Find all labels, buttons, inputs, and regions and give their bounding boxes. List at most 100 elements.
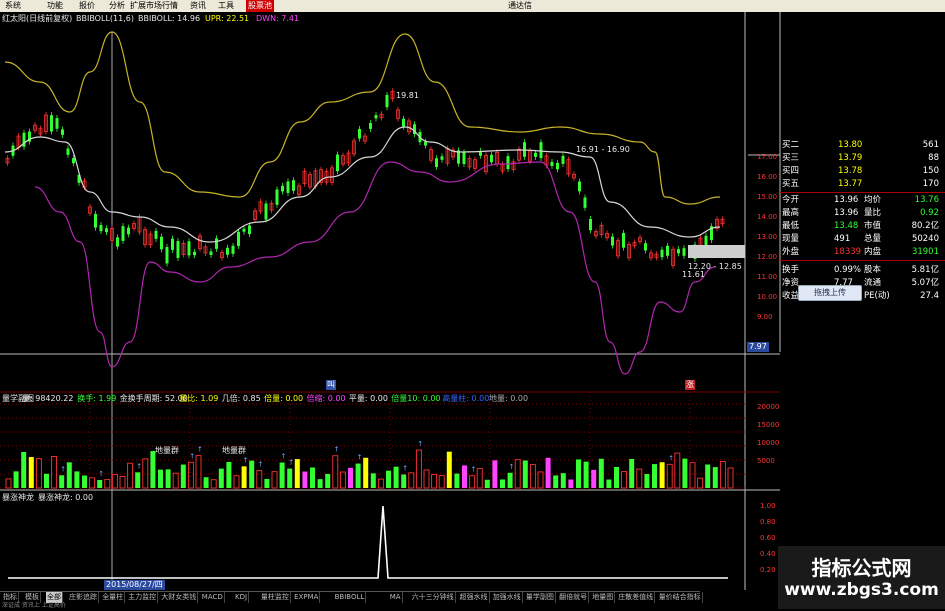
candle-body-down bbox=[490, 154, 493, 163]
last-price-marker: 7.97 bbox=[747, 342, 769, 352]
volume-bar bbox=[187, 461, 194, 489]
menu-item-news[interactable]: 资讯 bbox=[190, 0, 206, 12]
volume-bar bbox=[454, 473, 460, 488]
upload-button[interactable]: 拖拽上传 bbox=[798, 285, 862, 301]
bid-volume: 170 bbox=[922, 179, 939, 189]
volume-bar bbox=[119, 475, 126, 489]
candle-body-down bbox=[264, 203, 268, 220]
bid-price: 13.79 bbox=[838, 153, 863, 163]
signal-marker-a: 叫 bbox=[326, 380, 336, 390]
volume-bar bbox=[568, 479, 574, 488]
indicator-tab[interactable]: EXPMA bbox=[293, 592, 321, 603]
volume-signal-arrow: ↑ bbox=[288, 459, 294, 467]
indicator-tab[interactable]: 量学副图 bbox=[525, 592, 556, 603]
indicator-tab[interactable]: 加强水线 bbox=[492, 592, 523, 603]
menu-item-extended-market[interactable]: 扩展市场行情 bbox=[130, 0, 178, 12]
volume-bar bbox=[218, 468, 224, 488]
volume-bar bbox=[172, 472, 179, 489]
volume-bar bbox=[279, 462, 285, 488]
candle-body-down bbox=[539, 142, 543, 159]
bid-volume: 561 bbox=[922, 140, 939, 150]
menu-item-quote[interactable]: 报价 bbox=[79, 0, 95, 12]
extra-row: 换手 0.99% 股本 5.81亿 bbox=[780, 265, 943, 276]
watermark-url: www.zbgs3.com bbox=[784, 580, 939, 600]
volume-signal-arrow: ↑ bbox=[136, 462, 142, 470]
indicator-tab[interactable]: 量柱监控 bbox=[260, 592, 291, 603]
volume-bar bbox=[203, 477, 209, 488]
stat-value: 31901 bbox=[911, 247, 939, 257]
volume-bar bbox=[560, 473, 566, 488]
indicator-tab[interactable]: MACD bbox=[201, 592, 225, 603]
indicator-tab[interactable]: 主力监控 bbox=[127, 592, 159, 603]
candle-body-down bbox=[622, 232, 625, 248]
candle-body-down bbox=[242, 228, 246, 232]
volume-bar bbox=[712, 467, 718, 488]
indicator-tab[interactable]: 翻倍就号 bbox=[558, 592, 590, 603]
volume-bar bbox=[644, 474, 650, 488]
menu-item-stock-pool[interactable]: 股票池 bbox=[246, 0, 274, 12]
price-tick: 14.00 bbox=[757, 213, 778, 221]
volume-bar bbox=[264, 478, 270, 488]
indicator-tab[interactable]: 庄影追踪 bbox=[68, 592, 99, 603]
volume-bar bbox=[28, 457, 34, 488]
volume-bar bbox=[674, 452, 681, 489]
menu-item-system[interactable]: 系统 bbox=[5, 0, 21, 12]
volume-signal-arrow: ↑ bbox=[98, 470, 104, 478]
candle-body-down bbox=[226, 247, 229, 255]
lower-tick: 1.00 bbox=[760, 502, 776, 510]
volume-bar bbox=[386, 470, 391, 488]
volume-bar bbox=[74, 471, 80, 488]
volume-indicator-item: 金换手周期: 52.00 bbox=[119, 394, 188, 403]
indicator-tab[interactable]: 量价结合指标 bbox=[658, 592, 703, 603]
bid-level-label: 买二 bbox=[782, 140, 800, 150]
candle-body-down bbox=[286, 181, 290, 193]
indicator-tab[interactable]: KDJ bbox=[234, 592, 250, 603]
candle-body-down bbox=[589, 219, 592, 231]
volume-bar bbox=[529, 464, 536, 489]
indicator-tab[interactable]: 超强水线 bbox=[459, 592, 490, 603]
volume-bar bbox=[682, 458, 688, 488]
stat-row: 今开 13.96 均价 13.76 bbox=[780, 195, 943, 206]
indicator-tab[interactable]: 全量柱 bbox=[101, 592, 126, 603]
volume-indicator-item: 地量: 0.00 bbox=[489, 394, 529, 403]
menu-item-function[interactable]: 功能 bbox=[47, 0, 63, 12]
indicator-tab[interactable]: 六十三分钟线 bbox=[411, 592, 456, 603]
volume-bar bbox=[606, 479, 612, 488]
indicator-tab[interactable]: 大财女类钱 bbox=[160, 592, 199, 603]
quote-separator bbox=[780, 260, 945, 261]
stat-value: 491 bbox=[834, 234, 851, 244]
stat-label: 外盘 bbox=[782, 247, 800, 257]
indicator-title: 红太阳(日线前复权) bbox=[2, 14, 73, 23]
candle-body-down bbox=[94, 213, 97, 228]
menu-item-analysis[interactable]: 分析 bbox=[109, 0, 125, 12]
indicator-tab[interactable]: 庄散差值线 bbox=[617, 592, 656, 603]
indicator-tab[interactable]: 地量图 bbox=[591, 592, 616, 603]
volume-bar bbox=[705, 464, 711, 488]
bid-price: 13.80 bbox=[838, 140, 863, 150]
stat-value: 0.92 bbox=[920, 208, 939, 218]
volume-bar bbox=[111, 473, 118, 489]
indicator-tab[interactable]: BBIBOLL bbox=[334, 592, 367, 603]
volume-bar bbox=[317, 479, 323, 488]
volume-bar bbox=[500, 479, 505, 488]
volume-indicator-item: 平量: 0.00 bbox=[348, 394, 388, 403]
volume-bar bbox=[13, 471, 19, 488]
volume-signal-arrow: ↑ bbox=[402, 465, 408, 473]
volume-bar bbox=[332, 455, 339, 489]
menu-item-tools[interactable]: 工具 bbox=[218, 0, 234, 12]
candle-body-down bbox=[154, 230, 158, 239]
candle-body-down bbox=[99, 225, 103, 232]
volume-bar bbox=[51, 456, 58, 489]
volume-bar bbox=[165, 469, 171, 488]
candle-body-down bbox=[72, 158, 75, 164]
range-annotation: 16.91 - 16.90 bbox=[576, 145, 630, 154]
stat-value: 50240 bbox=[911, 234, 939, 244]
candle-body-down bbox=[435, 158, 438, 167]
indicator-tab[interactable]: MA bbox=[389, 592, 403, 603]
stat-value: 13.76 bbox=[914, 195, 939, 205]
bid-row: 买四 13.78 150 bbox=[780, 166, 943, 177]
price-tick: 10.00 bbox=[757, 293, 778, 301]
signal-marker-b: 涨 bbox=[685, 380, 695, 390]
volume-bar bbox=[325, 473, 331, 488]
volume-bar bbox=[66, 462, 72, 488]
